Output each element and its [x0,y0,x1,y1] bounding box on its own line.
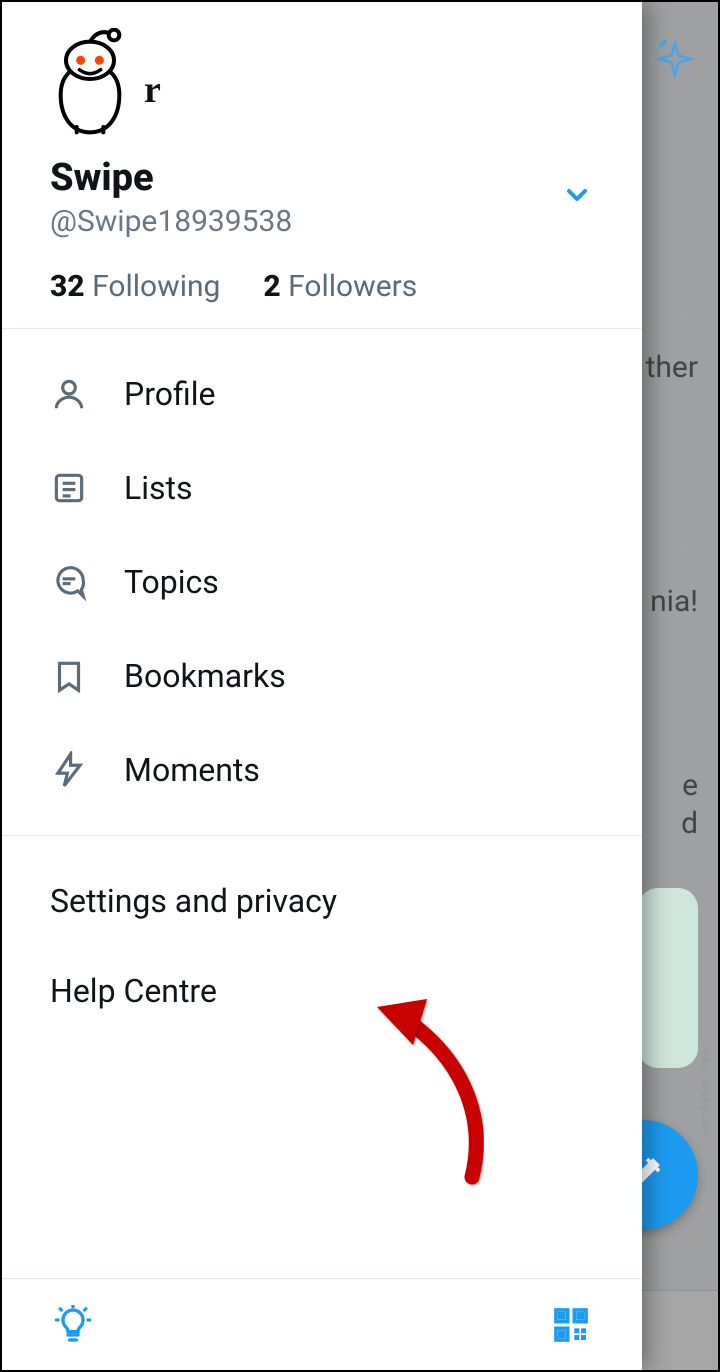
theme-toggle-button[interactable] [50,1302,96,1348]
overflow-dots-icon: ⋮ [666,544,698,554]
followers-label: Followers [288,269,417,304]
menu-label: Lists [124,469,193,507]
topics-icon [50,563,88,601]
secondary-menu: Settings and privacy Help Centre [2,836,642,1056]
avatar-snoo-icon[interactable] [50,28,130,138]
menu-item-moments[interactable]: Moments [2,723,642,817]
bg-text-fragment: e [682,768,698,803]
menu-label: Bookmarks [124,657,286,695]
menu-item-lists[interactable]: Lists [2,441,642,535]
menu-label: Profile [124,375,215,413]
menu-item-topics[interactable]: Topics [2,535,642,629]
drawer-menu: Profile Lists Topics Bookmarks [2,329,642,835]
account-switcher-button[interactable] [552,170,602,220]
drawer-footer [2,1278,642,1370]
qr-code-button[interactable] [548,1302,594,1348]
overflow-dots-icon: ⋮ [666,312,698,322]
drawer-header: r Swipe @Swipe18939538 32 Following 2 Fo… [2,2,642,328]
menu-item-bookmarks[interactable]: Bookmarks [2,629,642,723]
display-name[interactable]: Swipe [50,156,594,200]
sparkle-icon [654,38,696,84]
watermark: www.deuaq.com [699,1045,712,1140]
menu-label: Moments [124,751,260,789]
following-label: Following [92,269,220,304]
bg-text-fragment: ther [646,350,698,385]
menu-item-settings-privacy[interactable]: Settings and privacy [2,856,642,946]
moments-icon [50,751,88,789]
following-link[interactable]: 32 Following [50,269,228,304]
following-count: 32 [50,269,85,304]
bg-text-fragment: nia! [650,584,698,619]
avatar-badge: r [144,68,161,112]
menu-item-help-centre[interactable]: Help Centre [2,946,642,1036]
bg-text-fragment: d [681,806,698,841]
followers-count: 2 [263,269,280,304]
handle: @Swipe18939538 [50,204,594,239]
account-drawer: r Swipe @Swipe18939538 32 Following 2 Fo… [2,2,642,1370]
menu-item-profile[interactable]: Profile [2,347,642,441]
menu-label: Topics [124,563,219,601]
bg-media-card [638,888,698,1068]
follow-stats: 32 Following 2 Followers [50,269,594,304]
bookmark-icon [50,657,88,695]
person-icon [50,375,88,413]
followers-link[interactable]: 2 Followers [263,269,417,304]
list-icon [50,469,88,507]
